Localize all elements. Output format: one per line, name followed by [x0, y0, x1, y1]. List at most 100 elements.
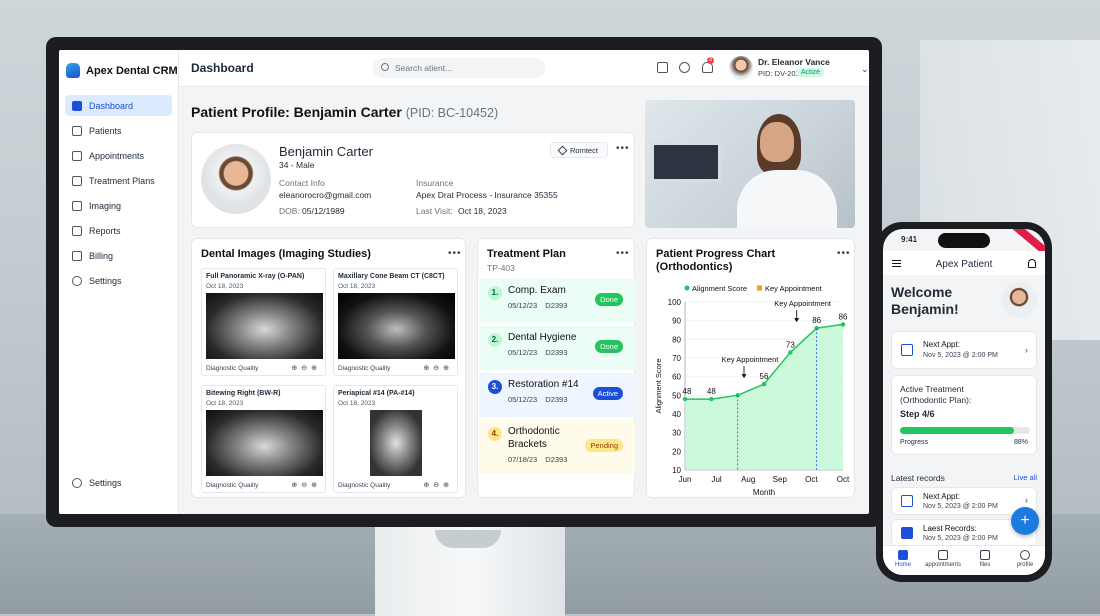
y-tick-label: 80: [672, 335, 681, 344]
imaging-card: Dental Images (Imaging Studies) ••• Full…: [191, 238, 466, 498]
dashboard-icon: [72, 100, 82, 111]
treatment-code: D2393: [545, 455, 568, 464]
stand-knob: [435, 530, 501, 548]
chevron-down-icon[interactable]: ⌄: [861, 64, 869, 75]
sidebar-item-settings[interactable]: Settings: [65, 270, 172, 291]
annotation-label: Key Appointment: [774, 299, 832, 308]
treatment-date-value: 05/12/23: [508, 395, 538, 404]
live-all-link[interactable]: Live all: [1014, 473, 1037, 482]
image-card-cbct[interactable]: Maxillary Cone Beam CT (C8CT) Oct 18, 20…: [333, 268, 458, 376]
status-badge: Pending: [585, 439, 623, 452]
more-icon[interactable]: •••: [616, 248, 630, 259]
add-button[interactable]: +: [1011, 507, 1039, 535]
phone-time: 9:41: [901, 235, 918, 244]
sidebar-item-dashboard[interactable]: Dashboard: [65, 95, 172, 116]
sidebar-item-settings-bottom[interactable]: Settings: [65, 472, 172, 493]
help-icon[interactable]: [679, 62, 690, 73]
zoom-controls-icon[interactable]: ⊕⊖⊕: [291, 481, 321, 489]
treatment-name: Orthodontic Brackets: [508, 426, 560, 450]
step-number: 4.: [488, 427, 502, 441]
next-appt-card[interactable]: Next Appt: Nov 5, 2023 @ 2:00 PM ›: [891, 331, 1037, 369]
y-tick-label: 70: [672, 354, 681, 363]
patient-photo: [201, 144, 271, 214]
xray-image[interactable]: [370, 410, 422, 476]
treatment-item-2[interactable]: 2. Dental Hygiene 05/12/23 D2393 Done: [479, 326, 635, 370]
step-number: 1.: [488, 286, 502, 300]
chevron-right-icon: ›: [1025, 345, 1028, 355]
zoom-controls-icon[interactable]: ⊕⊖⊕: [423, 481, 453, 489]
contact-button[interactable]: Romtect: [550, 142, 608, 158]
nav-home[interactable]: Home: [885, 550, 921, 568]
last-visit-label: Last Visit:: [416, 206, 453, 216]
report-icon: [72, 225, 82, 236]
y-tick-label: 10: [672, 466, 681, 475]
treatment-step: Step 4/6: [900, 409, 935, 419]
search-input[interactable]: Search atient...: [373, 58, 545, 78]
treatment-code: D2393: [545, 301, 568, 310]
treatment-name: Dental Hygiene: [508, 332, 577, 343]
image-card-bitewing[interactable]: Bitewing Right (BW-R) Oct 18, 2023 Diagn…: [201, 385, 326, 493]
zoom-controls-icon[interactable]: ⊕⊖⊕: [291, 364, 321, 372]
patient-email[interactable]: eleanorocro@gmail.com: [279, 190, 371, 200]
search-placeholder: Search atient...: [395, 63, 453, 73]
progress-fill: [900, 427, 1015, 434]
progress-bar: [900, 427, 1030, 434]
contact-button-label: Romtect: [570, 146, 598, 155]
data-point: [840, 322, 846, 327]
y-axis-title: Alignment Score: [654, 358, 663, 413]
sidebar-item-appointments[interactable]: Appointments: [65, 145, 172, 166]
avatar: [729, 56, 753, 80]
treatment-date-value: 07/18/23: [508, 455, 538, 464]
record-value: Nov 5, 2023 @ 2:00 PM: [923, 535, 998, 542]
next-appt-value: Nov 5, 2023 @ 2:00 PM: [923, 352, 998, 359]
xray-image[interactable]: [338, 293, 455, 359]
treatment-item-1[interactable]: 1. Comp. Exam 05/12/23 D2393 Done: [479, 279, 635, 323]
monitor: Apex Dental CRM Dashboard Patients Appoi…: [46, 37, 882, 527]
image-title: Bitewing Right (BW-R): [206, 390, 281, 397]
x-tick-label: Oct: [837, 475, 850, 484]
annotation-label: Key Appointment: [722, 355, 780, 364]
patient-age-sex: 34 - Male: [279, 160, 315, 170]
pencil-icon: [557, 145, 568, 156]
sidebar-item-patients[interactable]: Patients: [65, 120, 172, 141]
data-point: [788, 350, 793, 355]
sidebar-item-treatment-plans[interactable]: Treatment Plans: [65, 170, 172, 191]
image-quality: Diagnostic Quality: [206, 365, 259, 372]
sidebar-item-reports[interactable]: Reports: [65, 220, 172, 241]
bell-icon[interactable]: [1028, 259, 1036, 268]
xray-image[interactable]: [206, 410, 323, 476]
welcome-text: Welcome Benjamin!: [891, 284, 959, 317]
sidebar-item-label: Billing: [89, 250, 114, 261]
x-axis-title: Month: [753, 488, 775, 497]
active-treatment-card[interactable]: Active Treatment (Orthodontic Plan): Ste…: [891, 375, 1037, 455]
treatment-item-4[interactable]: 4. Orthodontic Brackets 07/18/23 D2393 P…: [479, 420, 635, 474]
y-tick-label: 20: [672, 447, 681, 456]
more-icon[interactable]: •••: [448, 248, 462, 259]
xray-image[interactable]: [206, 293, 323, 359]
treatment-name: Restoration #14: [508, 379, 579, 390]
nav-files[interactable]: files: [967, 550, 1003, 568]
chart-title: Patient Progress Chart (Orthodontics): [656, 248, 776, 273]
billing-icon: [72, 250, 82, 261]
apps-icon[interactable]: [657, 62, 668, 73]
image-card-opan[interactable]: Full Panoramic X-ray (O-PAN) Oct 18, 202…: [201, 268, 326, 376]
status-badge: Active: [592, 387, 623, 400]
image-date: Oct 18, 2023: [206, 283, 244, 290]
avatar[interactable]: [1001, 282, 1037, 318]
legend-label: Key Appointment: [765, 284, 823, 293]
photo-coat: [737, 170, 837, 228]
sidebar-item-billing[interactable]: Billing: [65, 245, 172, 266]
active-treatment-label: Active Treatment (Orthodontic Plan):: [900, 384, 972, 405]
zoom-controls-icon[interactable]: ⊕⊖⊕: [423, 364, 453, 372]
sidebar-item-imaging[interactable]: Imaging: [65, 195, 172, 216]
nav-appointments[interactable]: appointments: [925, 550, 961, 568]
more-icon[interactable]: •••: [616, 143, 630, 154]
treatment-date: 05/12/23 D2393: [508, 301, 567, 310]
image-card-periapical[interactable]: Periapical #14 (PA-#14) Oct 18, 2023 Dia…: [333, 385, 458, 493]
treatment-code: D2393: [545, 348, 568, 357]
more-icon[interactable]: •••: [837, 248, 851, 259]
treatment-item-3[interactable]: 3. Restoration #14 05/12/23 D2393 Active: [479, 373, 635, 417]
app-logo[interactable]: Apex Dental CRM: [59, 50, 178, 78]
nav-profile[interactable]: profile: [1007, 550, 1043, 568]
image-quality: Diagnostic Quality: [206, 482, 259, 489]
